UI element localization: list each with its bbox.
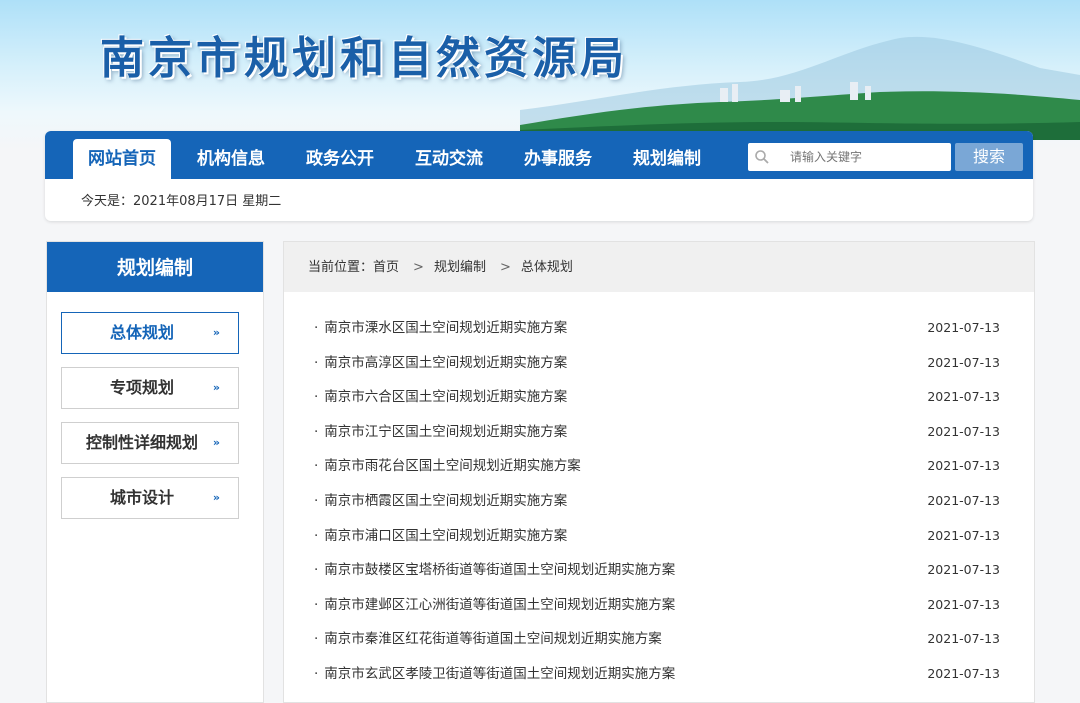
sidebar-item-label: 专项规划 [109,378,174,397]
nav-panel: 网站首页 机构信息 政务公开 互动交流 办事服务 规划编制 搜索 今天是：202… [45,131,1033,221]
double-arrow-icon: » [212,326,220,339]
nav-gov-affairs[interactable]: 政务公开 [291,139,389,179]
list-item: 南京市浦口区国土空间规划近期实施方案 2021-07-13 [284,519,1034,554]
list-item: 南京市栖霞区国土空间规划近期实施方案 2021-07-13 [284,484,1034,519]
sidebar-item-detailed-control-planning[interactable]: 控制性详细规划 » [61,422,239,464]
article-link[interactable]: 南京市溧水区国土空间规划近期实施方案 [314,311,567,346]
article-date: 2021-07-13 [927,423,1000,439]
article-date: 2021-07-13 [927,596,1000,612]
article-link[interactable]: 南京市六合区国土空间规划近期实施方案 [314,380,567,415]
breadcrumb-separator: > [413,260,424,275]
article-link[interactable]: 南京市浦口区国土空间规划近期实施方案 [314,519,567,554]
article-link[interactable]: 南京市秦淮区红花街道等街道国土空间规划近期实施方案 [314,622,662,657]
article-date: 2021-07-13 [927,665,1000,681]
breadcrumb-planning[interactable]: 规划编制 [434,260,486,275]
article-link[interactable]: 南京市江宁区国土空间规划近期实施方案 [314,415,567,450]
list-item: 南京市秦淮区红花街道等街道国土空间规划近期实施方案 2021-07-13 [284,622,1034,657]
breadcrumb-home[interactable]: 首页 [373,260,399,275]
double-arrow-icon: » [212,436,220,449]
breadcrumb: 当前位置：首页 > 规划编制 > 总体规划 [284,242,1034,292]
nav-home[interactable]: 网站首页 [73,139,171,179]
breadcrumb-prefix: 当前位置： [308,260,374,275]
breadcrumb-current: 总体规划 [520,260,573,275]
article-list: 南京市溧水区国土空间规划近期实施方案 2021-07-13 南京市高淳区国土空间规… [284,311,1034,692]
sidebar-item-general-planning[interactable]: 总体规划 » [61,312,239,354]
sidebar-title: 规划编制 [47,242,263,292]
list-item: 南京市雨花台区国土空间规划近期实施方案 2021-07-13 [284,449,1034,484]
article-link[interactable]: 南京市玄武区孝陵卫街道等街道国土空间规划近期实施方案 [314,657,675,692]
article-date: 2021-07-13 [927,320,1000,335]
search-box [748,143,951,171]
search-input[interactable] [788,149,942,165]
list-item: 南京市高淳区国土空间规划近期实施方案 2021-07-13 [284,346,1034,381]
sidebar-item-special-planning[interactable]: 专项规划 » [61,367,239,409]
article-date: 2021-07-13 [927,354,1000,370]
article-link[interactable]: 南京市栖霞区国土空间规划近期实施方案 [314,484,567,519]
header-banner: 南京市规划和自然资源局 [0,0,1080,150]
list-item: 南京市江宁区国土空间规划近期实施方案 2021-07-13 [284,415,1034,450]
sidebar: 规划编制 总体规划 » 专项规划 » 控制性详细规划 » 城市设计 » [46,241,264,703]
sidebar-item-urban-design[interactable]: 城市设计 » [61,477,239,519]
article-date: 2021-07-13 [927,389,1000,405]
breadcrumb-separator: > [499,260,511,275]
nav-org-info[interactable]: 机构信息 [182,139,280,179]
article-link[interactable]: 南京市雨花台区国土空间规划近期实施方案 [314,449,581,484]
article-link[interactable]: 南京市建邺区江心洲街道等街道国土空间规划近期实施方案 [314,588,675,623]
date-line: 今天是：2021年08月17日 星期二 [81,194,282,209]
list-item: 南京市鼓楼区宝塔桥街道等街道国土空间规划近期实施方案 2021-07-13 [284,553,1034,588]
search-icon [755,150,769,164]
article-date: 2021-07-13 [927,631,1000,647]
article-link[interactable]: 南京市鼓楼区宝塔桥街道等街道国土空间规划近期实施方案 [314,553,675,588]
article-date: 2021-07-13 [927,492,1000,508]
sidebar-item-label: 城市设计 [109,488,174,507]
list-item: 南京市溧水区国土空间规划近期实施方案 2021-07-13 [284,311,1034,346]
nav-services[interactable]: 办事服务 [509,139,607,179]
search-button[interactable]: 搜索 [955,143,1023,171]
double-arrow-icon: » [212,381,220,394]
list-item: 南京市玄武区孝陵卫街道等街道国土空间规划近期实施方案 2021-07-13 [284,657,1034,692]
main-nav: 网站首页 机构信息 政务公开 互动交流 办事服务 规划编制 搜索 [45,131,1033,179]
sidebar-item-label: 控制性详细规划 [85,433,198,452]
sidebar-item-label: 总体规划 [109,323,174,342]
site-title: 南京市规划和自然资源局 [100,33,628,84]
nav-planning[interactable]: 规划编制 [618,139,716,179]
article-date: 2021-07-13 [927,527,1000,543]
main-content: 当前位置：首页 > 规划编制 > 总体规划 南京市溧水区国土空间规划近期实施方案 2021… [283,241,1035,703]
list-item: 南京市六合区国土空间规划近期实施方案 2021-07-13 [284,380,1034,415]
nav-interaction[interactable]: 互动交流 [400,139,498,179]
article-link[interactable]: 南京市高淳区国土空间规划近期实施方案 [314,346,567,381]
double-arrow-icon: » [212,491,220,504]
article-date: 2021-07-13 [927,562,1000,578]
article-date: 2021-07-13 [927,458,1000,474]
list-item: 南京市建邺区江心洲街道等街道国土空间规划近期实施方案 2021-07-13 [284,588,1034,623]
